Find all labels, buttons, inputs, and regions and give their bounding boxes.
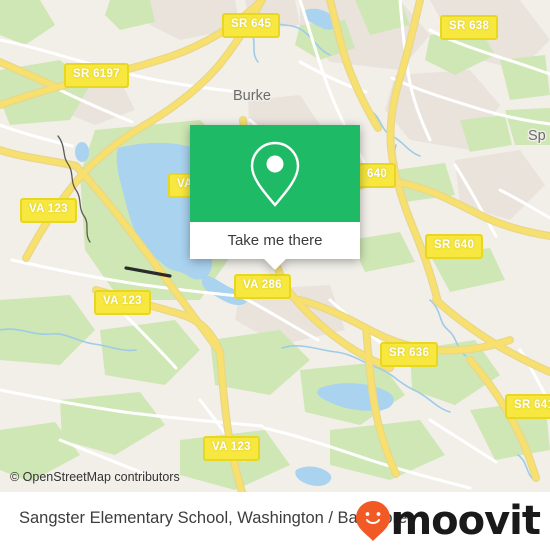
popup-pointer-tail — [264, 259, 286, 270]
moovit-smiley-pin-icon — [356, 501, 391, 541]
road-shield-va286[interactable]: VA 286 — [234, 274, 291, 299]
road-shield-va123-west[interactable]: VA 123 — [20, 198, 77, 223]
footer-bar: Sangster Elementary School, Washington /… — [0, 492, 550, 550]
take-me-there-button[interactable]: Take me there — [190, 222, 360, 259]
road-shield-sr645[interactable]: SR 645 — [222, 13, 281, 38]
road-shield-sr636[interactable]: SR 636 — [380, 342, 439, 367]
road-shield-va123-south[interactable]: VA 123 — [203, 436, 260, 461]
road-shield-sr6197[interactable]: SR 6197 — [64, 63, 129, 88]
moovit-wordmark: moovit — [390, 498, 541, 544]
road-shield-va123-center[interactable]: VA 123 — [94, 290, 151, 315]
popup-header — [190, 125, 360, 222]
road-shield-sr641[interactable]: SR 641 — [505, 394, 550, 419]
road-shield-sr640[interactable]: SR 640 — [425, 234, 484, 259]
road-shield-sr638[interactable]: SR 638 — [440, 15, 499, 40]
location-popup-card[interactable]: Take me there — [190, 125, 360, 270]
osm-attribution[interactable]: © OpenStreetMap contributors — [10, 470, 180, 484]
moovit-brand[interactable]: moovit — [356, 498, 541, 544]
map-page: Burke Sp SR 645 SR 638 SR 6197 VA 123 VA… — [0, 0, 550, 550]
location-pin-icon — [250, 141, 300, 207]
map-canvas[interactable]: Burke Sp SR 645 SR 638 SR 6197 VA 123 VA… — [0, 0, 550, 492]
road-shield-640-hidden[interactable]: 640 — [358, 163, 397, 188]
take-me-there-label: Take me there — [227, 232, 323, 249]
place-title: Sangster Elementary School, Washington /… — [19, 509, 408, 527]
city-label-burke: Burke — [233, 88, 271, 104]
city-label-springfield: Sp — [528, 128, 546, 144]
